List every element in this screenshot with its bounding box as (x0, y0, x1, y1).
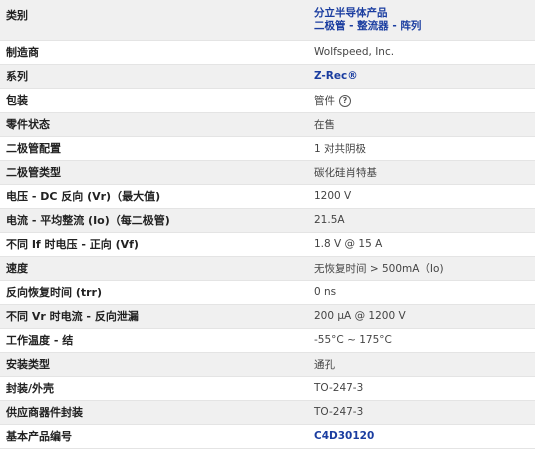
attr-label: 工作温度 - 结 (0, 328, 306, 353)
product-attributes-table: 类别 分立半导体产品 二极管 - 整流器 - 阵列 制造商 Wolfspeed,… (0, 0, 535, 449)
attr-label: 二极管配置 (0, 136, 306, 161)
attr-value: 21.5A (306, 208, 535, 233)
attr-value: Wolfspeed, Inc. (306, 40, 535, 65)
attr-value: 在售 (306, 112, 535, 137)
attr-label: 电流 - 平均整流 (Io)（每二极管) (0, 208, 306, 233)
attr-row-packaging: 包装 管件? (0, 88, 535, 113)
attr-row-mounting-type: 安装类型 通孔 (0, 352, 535, 377)
category-link-rectifier-arrays[interactable]: 二极管 - 整流器 - 阵列 (314, 20, 535, 33)
attr-label: 基本产品编号 (0, 424, 306, 449)
attr-label: 制造商 (0, 40, 306, 65)
attr-value: 0 ns (306, 280, 535, 305)
attr-row-diode-config: 二极管配置 1 对共阴极 (0, 136, 535, 161)
attr-value-category: 分立半导体产品 二极管 - 整流器 - 阵列 (306, 0, 535, 41)
attr-value: 200 µA @ 1200 V (306, 304, 535, 329)
attr-value: 无恢复时间 > 500mA（Io) (306, 256, 535, 281)
attr-row-category: 类别 分立半导体产品 二极管 - 整流器 - 阵列 (0, 0, 535, 41)
attr-row-diode-type: 二极管类型 碳化硅肖特基 (0, 160, 535, 185)
attr-label: 类别 (0, 0, 306, 41)
attr-value: TO-247-3 (306, 400, 535, 425)
attr-label: 二极管类型 (0, 160, 306, 185)
attr-row-operating-temp: 工作温度 - 结 -55°C ~ 175°C (0, 328, 535, 353)
attr-value: Z-Rec® (306, 64, 535, 89)
attr-label: 电压 - DC 反向 (Vr)（最大值) (0, 184, 306, 209)
help-icon[interactable]: ? (339, 94, 351, 107)
series-link[interactable]: Z-Rec® (314, 70, 358, 82)
attr-label: 不同 Vr 时电流 - 反向泄漏 (0, 304, 306, 329)
attr-value: 管件? (306, 88, 535, 113)
attr-row-voltage-dc-reverse: 电压 - DC 反向 (Vr)（最大值) 1200 V (0, 184, 535, 209)
attr-value: C4D30120 (306, 424, 535, 449)
attr-label: 安装类型 (0, 352, 306, 377)
attr-row-voltage-forward: 不同 If 时电压 - 正向 (Vf) 1.8 V @ 15 A (0, 232, 535, 257)
attr-label: 零件状态 (0, 112, 306, 137)
attr-label: 供应商器件封装 (0, 400, 306, 425)
attr-label: 速度 (0, 256, 306, 281)
attr-label: 不同 If 时电压 - 正向 (Vf) (0, 232, 306, 257)
attr-value: TO-247-3 (306, 376, 535, 401)
attr-row-supplier-package: 供应商器件封装 TO-247-3 (0, 400, 535, 425)
attr-value: -55°C ~ 175°C (306, 328, 535, 353)
attr-label: 封装/外壳 (0, 376, 306, 401)
attr-value: 1.8 V @ 15 A (306, 232, 535, 257)
attr-value: 碳化硅肖特基 (306, 160, 535, 185)
attr-label: 反向恢复时间 (trr) (0, 280, 306, 305)
packaging-value: 管件 (314, 94, 335, 107)
attr-row-reverse-recovery: 反向恢复时间 (trr) 0 ns (0, 280, 535, 305)
base-product-link[interactable]: C4D30120 (314, 430, 374, 442)
attr-row-base-product-number: 基本产品编号 C4D30120 (0, 424, 535, 449)
attr-row-part-status: 零件状态 在售 (0, 112, 535, 137)
attr-row-speed: 速度 无恢复时间 > 500mA（Io) (0, 256, 535, 281)
attr-value: 1 对共阴极 (306, 136, 535, 161)
attr-row-manufacturer: 制造商 Wolfspeed, Inc. (0, 40, 535, 65)
attr-row-current-avg-rectified: 电流 - 平均整流 (Io)（每二极管) 21.5A (0, 208, 535, 233)
attr-label: 系列 (0, 64, 306, 89)
attr-label: 包装 (0, 88, 306, 113)
attr-value: 通孔 (306, 352, 535, 377)
attr-row-package-case: 封装/外壳 TO-247-3 (0, 376, 535, 401)
attr-value: 1200 V (306, 184, 535, 209)
attr-row-series: 系列 Z-Rec® (0, 64, 535, 89)
category-link-discrete[interactable]: 分立半导体产品 (314, 7, 535, 20)
attr-row-reverse-leakage: 不同 Vr 时电流 - 反向泄漏 200 µA @ 1200 V (0, 304, 535, 329)
